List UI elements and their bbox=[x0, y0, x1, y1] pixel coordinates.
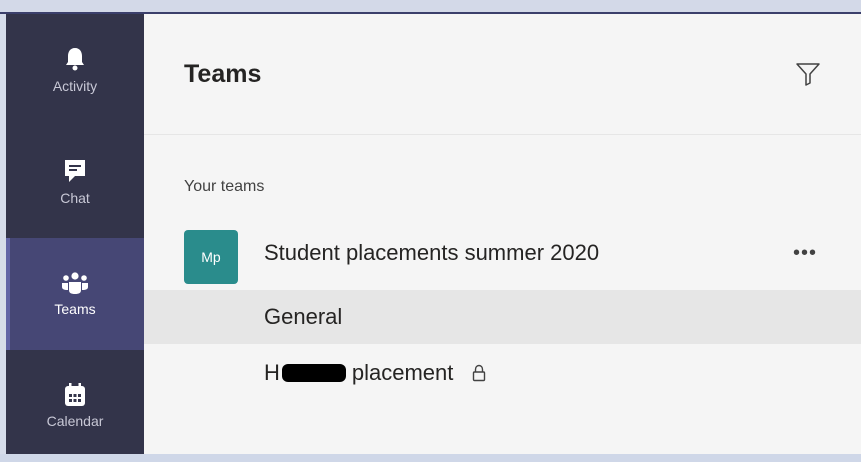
app-bar-item-activity[interactable]: Activity bbox=[6, 14, 144, 126]
app-bar-item-teams[interactable]: Teams bbox=[6, 238, 144, 350]
app-bar-label-calendar: Calendar bbox=[46, 413, 104, 429]
app-bar-label-teams: Teams bbox=[54, 301, 96, 317]
filter-icon bbox=[795, 61, 821, 92]
app-bar: Activity Chat Teams Calendar bbox=[6, 14, 144, 454]
more-options-button[interactable]: ••• bbox=[780, 238, 830, 268]
filter-button[interactable] bbox=[792, 60, 824, 92]
lock-icon bbox=[472, 362, 486, 388]
calendar-icon bbox=[64, 383, 86, 407]
team-avatar: Mp bbox=[184, 230, 238, 284]
page-title: Teams bbox=[184, 60, 262, 88]
window-top-bar bbox=[0, 0, 861, 14]
your-teams-heading: Your teams bbox=[184, 178, 265, 195]
bell-icon bbox=[64, 46, 86, 72]
channel-label: Hplacement bbox=[264, 360, 486, 388]
app-window: Activity Chat Teams Calendar Teams Your … bbox=[0, 0, 861, 454]
teams-panel: Teams Your teams Mp Student placements s… bbox=[144, 14, 861, 454]
app-bar-item-chat[interactable]: Chat bbox=[6, 126, 144, 238]
channel-label-suffix: placement bbox=[351, 360, 454, 385]
app-bar-label-activity: Activity bbox=[52, 78, 98, 94]
channel-placement[interactable]: Hplacement bbox=[144, 346, 861, 400]
app-bar-label-chat: Chat bbox=[60, 190, 90, 206]
channel-label-prefix: H bbox=[264, 360, 280, 385]
team-name: Student placements summer 2020 bbox=[264, 240, 600, 265]
channel-general[interactable]: General bbox=[144, 290, 861, 344]
team-item[interactable]: Mp Student placements summer 2020 ••• bbox=[144, 220, 861, 284]
app-bar-item-calendar[interactable]: Calendar bbox=[6, 350, 144, 462]
chat-icon bbox=[63, 158, 87, 184]
teams-panel-header: Teams bbox=[144, 14, 861, 135]
redaction-block bbox=[281, 364, 346, 382]
teams-icon bbox=[61, 271, 89, 295]
channel-label: General bbox=[264, 304, 343, 329]
